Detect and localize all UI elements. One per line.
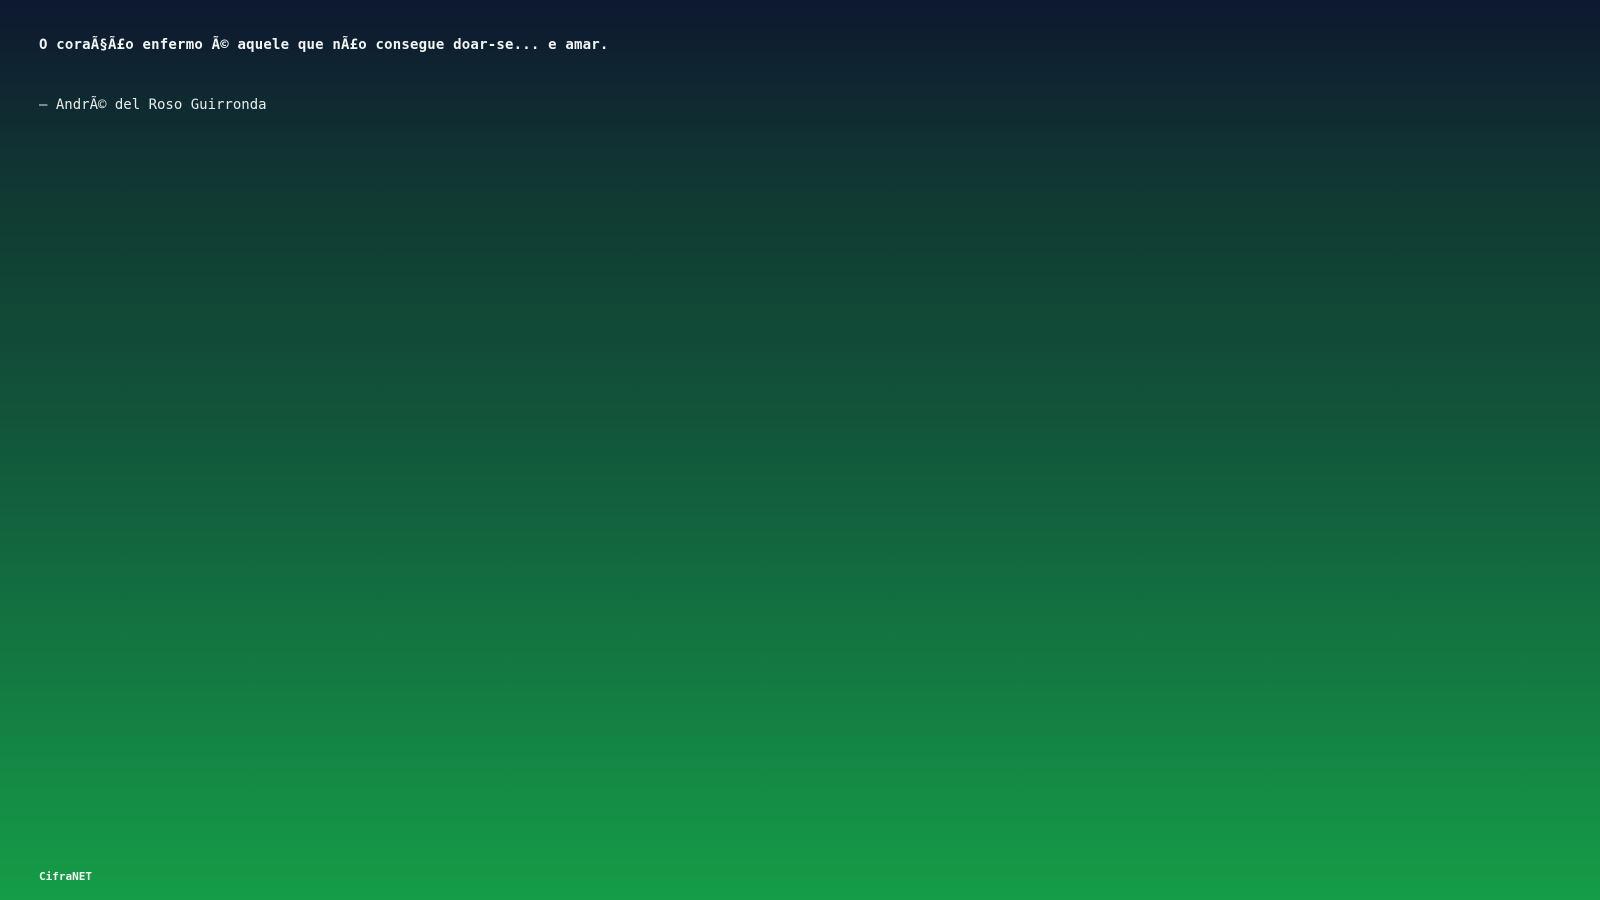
quote-text: O coraÃ§Ã£o enfermo Ã© aquele que nÃ£o c… (39, 37, 609, 53)
quote-author: – AndrÃ© del Roso Guirronda (39, 97, 267, 113)
brand-label: CifraNET (39, 870, 92, 883)
